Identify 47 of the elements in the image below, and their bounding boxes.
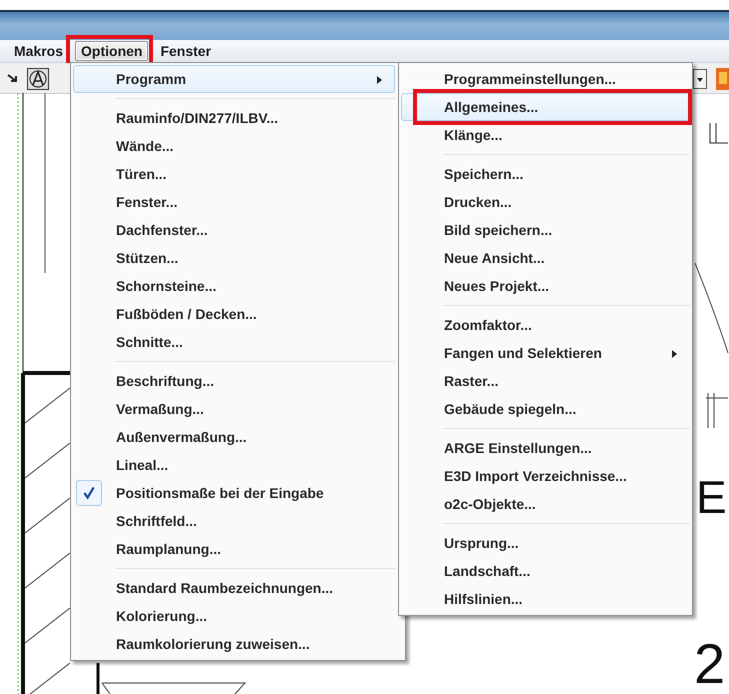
menu-item[interactable]: Kolorierung...: [73, 602, 395, 630]
plan-label: E: [696, 471, 727, 523]
menu-item[interactable]: Neues Projekt...: [401, 272, 690, 300]
menu-item[interactable]: Speichern...: [401, 160, 690, 188]
menu-item[interactable]: Wände...: [73, 132, 395, 160]
text-tool-icon[interactable]: [27, 68, 49, 90]
menu-item[interactable]: Außenvermaßung...: [73, 423, 395, 451]
menu-item[interactable]: Bild speichern...: [401, 216, 690, 244]
menu-item[interactable]: Beschriftung...: [73, 367, 395, 395]
submenu-arrow-icon: [377, 76, 382, 84]
menu-bar-item[interactable]: Fenster: [154, 41, 218, 61]
menu-item[interactable]: Vermaßung...: [73, 395, 395, 423]
menu-item[interactable]: Schnitte...: [73, 328, 395, 356]
menu-item[interactable]: Positionsmaße bei der Eingabe: [73, 479, 395, 507]
dropdown-icon[interactable]: [693, 69, 707, 89]
menu-item[interactable]: ARGE Einstellungen...: [401, 434, 690, 462]
menu-item[interactable]: Zoomfaktor...: [401, 311, 690, 339]
menu-item[interactable]: Klänge...: [401, 121, 690, 149]
menu-item[interactable]: Ursprung...: [401, 529, 690, 557]
menu-item[interactable]: Schornsteine...: [73, 272, 395, 300]
menu-item[interactable]: Raster...: [401, 367, 690, 395]
menu-item[interactable]: Hilfslinien...: [401, 585, 690, 613]
menu-item[interactable]: Dachfenster...: [73, 216, 395, 244]
menu-item[interactable]: Fangen und Selektieren: [401, 339, 690, 367]
menu-item[interactable]: Raumkolorierung zuweisen...: [73, 630, 395, 658]
menu-item[interactable]: Raumplanung...: [73, 535, 395, 563]
menu-item[interactable]: E3D Import Verzeichnisse...: [401, 462, 690, 490]
menu-item[interactable]: Schriftfeld...: [73, 507, 395, 535]
menu-item[interactable]: Standard Raumbezeichnungen...: [73, 574, 395, 602]
menu-item[interactable]: Rauminfo/DIN277/ILBV...: [73, 104, 395, 132]
menu-item[interactable]: Lineal...: [73, 451, 395, 479]
plan-label: 2: [694, 632, 726, 694]
menu-item[interactable]: Allgemeines...: [401, 93, 690, 121]
menu-item[interactable]: Neue Ansicht...: [401, 244, 690, 272]
menu-item[interactable]: Türen...: [73, 160, 395, 188]
menu-item[interactable]: Drucken...: [401, 188, 690, 216]
menu-item[interactable]: o2c-Objekte...: [401, 490, 690, 518]
menu-item[interactable]: Fußböden / Decken...: [73, 300, 395, 328]
menu-item[interactable]: Gebäude spiegeln...: [401, 395, 690, 423]
menu-item[interactable]: Landschaft...: [401, 557, 690, 585]
menu-bar-item[interactable]: Makros: [8, 41, 70, 61]
menu-item[interactable]: Stützen...: [73, 244, 395, 272]
menu-bar-item[interactable]: Optionen: [75, 41, 148, 61]
menu-item[interactable]: Programmeinstellungen...: [401, 65, 690, 93]
menu-item[interactable]: Fenster...: [73, 188, 395, 216]
submenu-arrow-icon: [672, 350, 677, 358]
menu-item[interactable]: Programm: [73, 65, 395, 93]
